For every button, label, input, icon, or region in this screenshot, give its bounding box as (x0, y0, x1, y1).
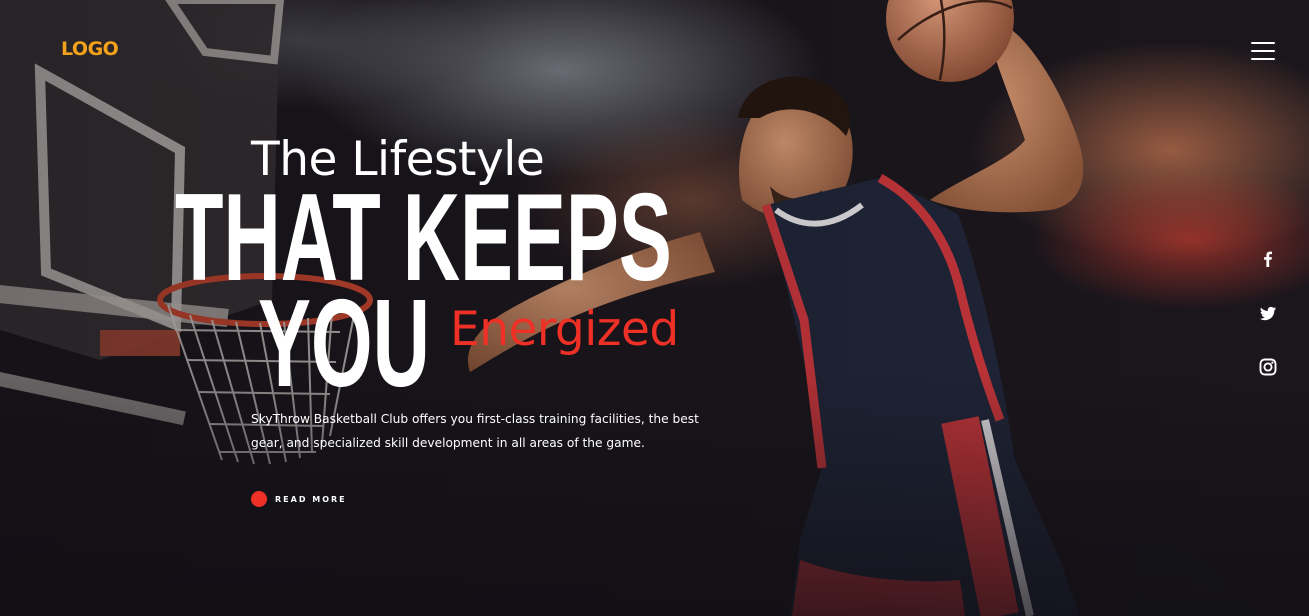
menu-bar-bottom (1251, 58, 1275, 60)
read-more-button[interactable]: READ MORE (251, 490, 347, 508)
instagram-icon[interactable] (1255, 354, 1281, 380)
menu-bar-middle (1251, 50, 1275, 52)
facebook-icon[interactable] (1255, 246, 1281, 272)
read-more-dot-icon (251, 491, 267, 507)
hero-accent-word: Energized (450, 302, 679, 357)
hero-headline-line2: YOU (258, 275, 430, 413)
menu-bar-top (1251, 42, 1275, 44)
hero-section: LOGO The Lifestyle THAT KEEPS YOU Energi… (0, 0, 1309, 616)
hero-description: SkyThrow Basketball Club offers you firs… (251, 412, 699, 450)
read-more-label: READ MORE (275, 494, 347, 504)
hamburger-menu-button[interactable] (1249, 37, 1279, 65)
twitter-icon[interactable] (1255, 300, 1281, 326)
logo[interactable]: LOGO (61, 38, 119, 60)
